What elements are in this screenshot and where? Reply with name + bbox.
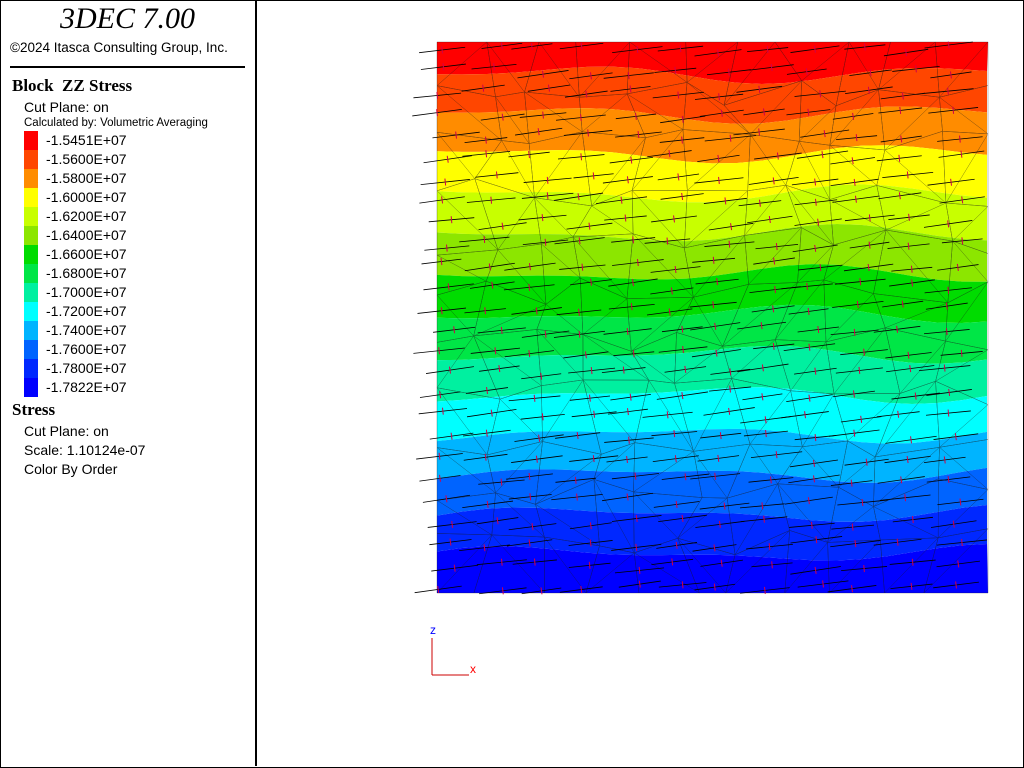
colorbar-label: -1.5451E+07 (46, 132, 127, 148)
x-axis-label: x (470, 662, 476, 676)
colorbar-entry: -1.6800E+07 (24, 264, 174, 283)
colorbar-entry: -1.7600E+07 (24, 340, 174, 359)
legend-panel: 3DEC 7.00 ©2024 Itasca Consulting Group,… (0, 0, 257, 766)
colorbar-swatch (24, 188, 38, 207)
colorbar-swatch (24, 321, 38, 340)
copyright-text: ©2024 Itasca Consulting Group, Inc. (10, 40, 228, 55)
colorbar-label: -1.6200E+07 (46, 208, 127, 224)
colorbar-swatch (24, 378, 38, 397)
colorbar-entry: -1.5451E+07 (24, 131, 174, 150)
colorbar-label: -1.7822E+07 (46, 379, 127, 395)
colorbar-swatch (24, 245, 38, 264)
legend-divider (10, 66, 245, 68)
colorbar-label: -1.7200E+07 (46, 303, 127, 319)
colorbar-swatch (24, 226, 38, 245)
colorbar-swatch (24, 283, 38, 302)
colorbar-swatch (24, 207, 38, 226)
colorbar-swatch (24, 302, 38, 321)
colorbar-entry: -1.6600E+07 (24, 245, 174, 264)
colorbar-entry: -1.5600E+07 (24, 150, 174, 169)
block-stress-cut-plane: Cut Plane: on (24, 99, 109, 115)
colorbar-label: -1.6600E+07 (46, 246, 127, 262)
colorbar-entry: -1.7822E+07 (24, 378, 174, 397)
colorbar-entry: -1.6200E+07 (24, 207, 174, 226)
axis-triad: zx (430, 623, 476, 676)
colorbar-label: -1.7000E+07 (46, 284, 127, 300)
app-title: 3DEC 7.00 (60, 2, 195, 35)
colorbar-entry: -1.7800E+07 (24, 359, 174, 378)
colorbar-label: -1.6400E+07 (46, 227, 127, 243)
colorbar-entry: -1.7400E+07 (24, 321, 174, 340)
colorbar-entry: -1.7200E+07 (24, 302, 174, 321)
colorbar-label: -1.6800E+07 (46, 265, 127, 281)
colorbar-swatch (24, 150, 38, 169)
colorbar-label: -1.6000E+07 (46, 189, 127, 205)
model-viewport[interactable]: zx (257, 1, 1023, 766)
z-axis-label: z (430, 623, 436, 637)
colorbar-label: -1.7800E+07 (46, 360, 127, 376)
colorbar-swatch (24, 169, 38, 188)
colorbar-label: -1.5600E+07 (46, 151, 127, 167)
stress-cut-plane: Cut Plane: on (24, 423, 109, 439)
colorbar-entry: -1.7000E+07 (24, 283, 174, 302)
colorbar-swatch (24, 131, 38, 150)
colorbar-entry: -1.6400E+07 (24, 226, 174, 245)
stress-color-by: Color By Order (24, 461, 118, 477)
colorbar-entry: -1.5800E+07 (24, 169, 174, 188)
colorbar-label: -1.7400E+07 (46, 322, 127, 338)
block-stress-title: Block ZZ Stress (12, 76, 133, 95)
stress-plot: zx (412, 41, 989, 676)
stress-title: Stress (12, 400, 56, 419)
stress-scale: Scale: 1.10124e-07 (24, 442, 146, 458)
colorbar-entry: -1.6000E+07 (24, 188, 174, 207)
colorbar-swatch (24, 359, 38, 378)
block-stress-calculated-by: Calculated by: Volumetric Averaging (24, 117, 208, 129)
colorbar-label: -1.7600E+07 (46, 341, 127, 357)
colorbar-swatch (24, 340, 38, 359)
colorbar-label: -1.5800E+07 (46, 170, 127, 186)
colorbar-swatch (24, 264, 38, 283)
